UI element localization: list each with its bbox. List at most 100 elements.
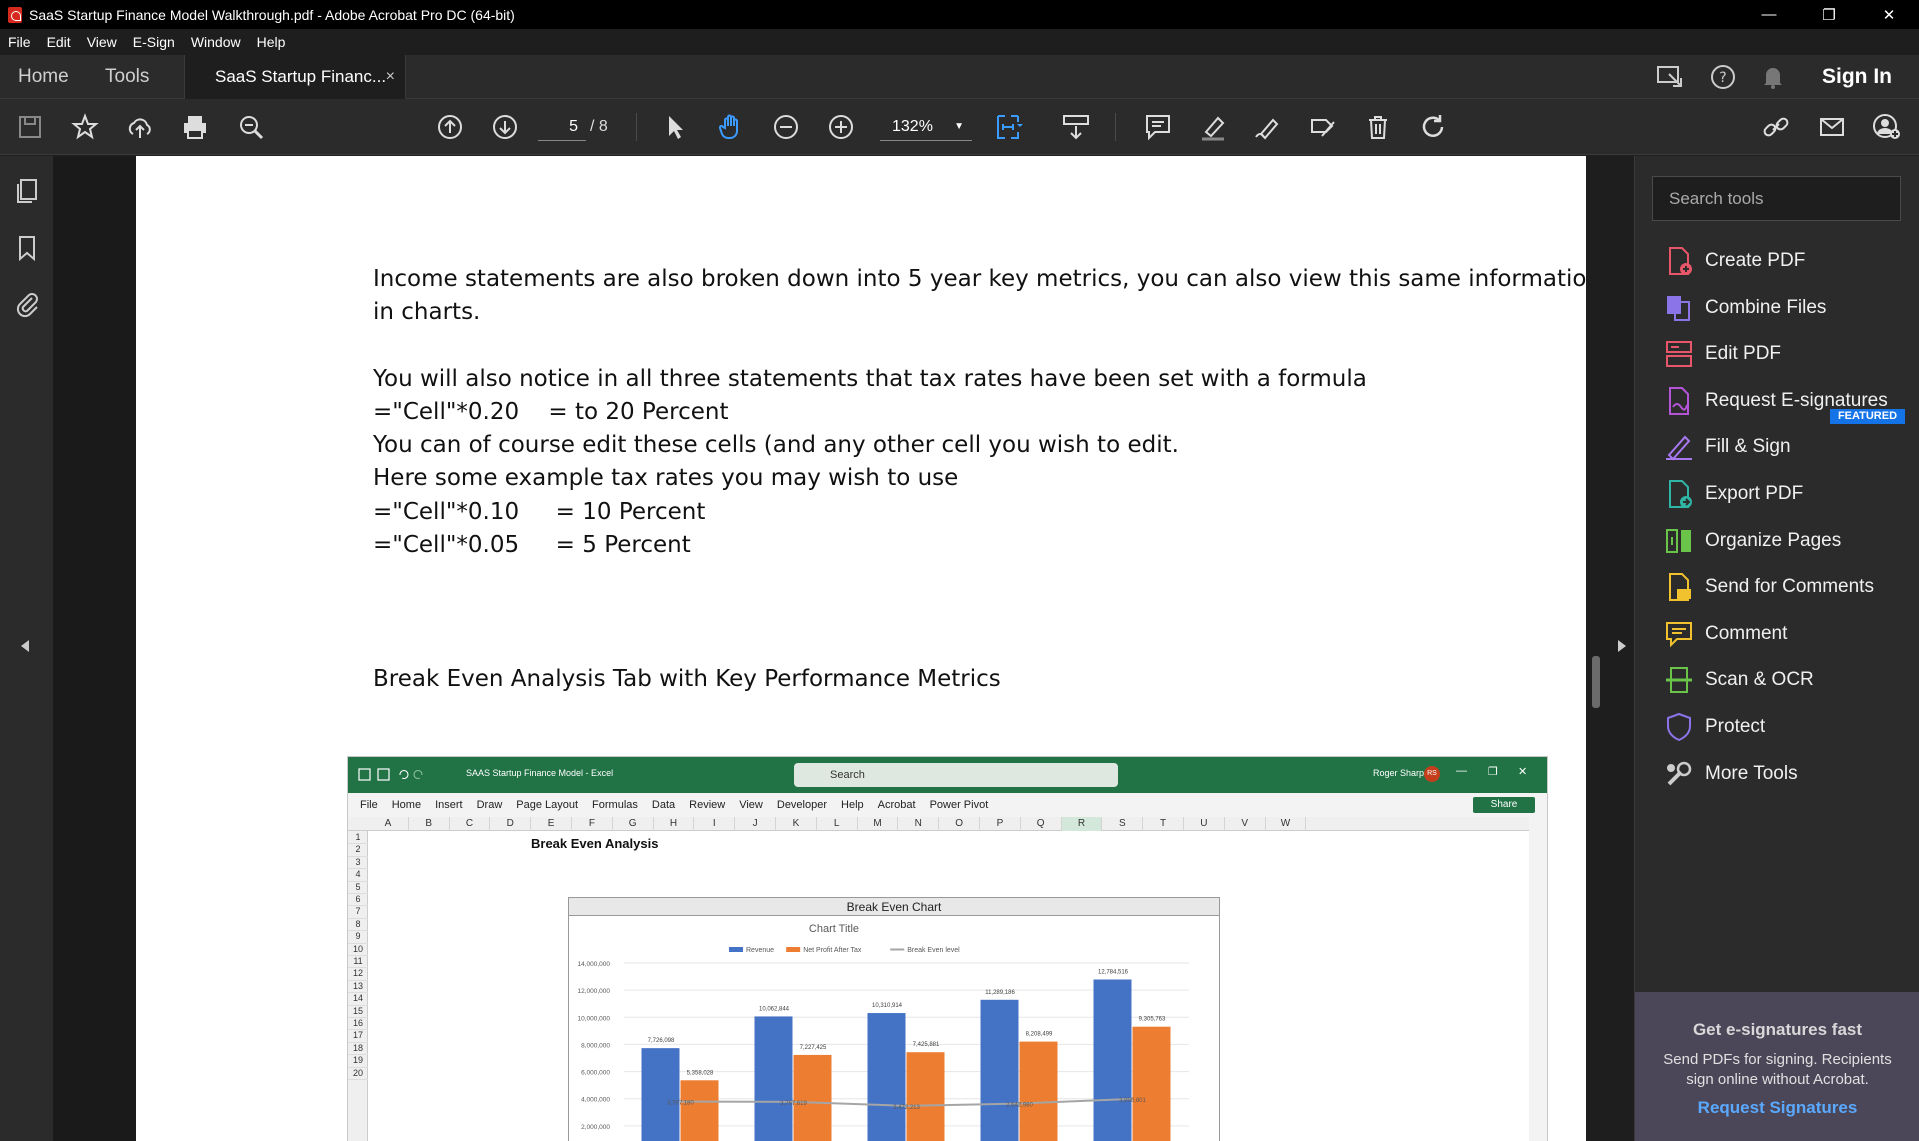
upload-cloud-icon[interactable] (122, 109, 158, 145)
excel-row-header: 1 (348, 831, 368, 845)
excel-column-header: O (939, 817, 980, 831)
sign-pen-icon[interactable] (1250, 109, 1286, 145)
tool-combine-files[interactable]: Combine Files (1635, 286, 1919, 330)
next-page-icon[interactable] (487, 109, 523, 145)
print-icon[interactable] (177, 109, 213, 145)
excel-ribbon-tab: View (739, 799, 763, 811)
sign-in-button[interactable]: Sign In (1822, 65, 1892, 89)
select-cursor-icon[interactable] (657, 109, 693, 145)
excel-ribbon-tab: Insert (435, 799, 463, 811)
excel-column-header: T (1143, 817, 1184, 831)
menu-window[interactable]: Window (183, 34, 249, 50)
excel-close-icon: ✕ (1518, 766, 1528, 778)
tool-edit-pdf[interactable]: Edit PDF (1635, 332, 1919, 376)
line-data-label: 3,787,180 (667, 1101, 694, 1107)
menu-file[interactable]: File (0, 34, 39, 50)
menu-help[interactable]: Help (249, 34, 294, 50)
bar-data-label: 8,208,499 (1026, 1032, 1053, 1038)
save-icon[interactable] (12, 109, 48, 145)
excel-row-header: 11 (348, 955, 368, 969)
email-icon[interactable] (1814, 109, 1850, 145)
excel-quick-access-icons (358, 768, 423, 781)
restore-button[interactable]: ❐ (1799, 0, 1859, 29)
export-pdf-icon (1669, 480, 1692, 508)
tool-protect[interactable]: Protect (1635, 705, 1919, 749)
fit-page-icon[interactable] (990, 109, 1026, 145)
tab-document[interactable]: SaaS Startup Financ... × (184, 55, 406, 99)
highlight-pen-icon[interactable] (1195, 109, 1231, 145)
tool-scan-ocr[interactable]: Scan & OCR (1635, 658, 1919, 702)
page-number-input[interactable]: 5 (538, 113, 586, 141)
bookmarks-icon[interactable] (12, 233, 42, 263)
pdf-page: Income statements are also broken down i… (136, 156, 1636, 1141)
bar-net-profit (1019, 1041, 1058, 1141)
search-tools-input[interactable]: Search tools (1652, 176, 1901, 221)
zoom-out-icon[interactable] (768, 109, 804, 145)
excel-column-header: G (613, 817, 654, 831)
rotate-icon[interactable] (1415, 109, 1451, 145)
tool-comment[interactable]: Comment (1635, 612, 1919, 656)
document-scrollbar[interactable] (1586, 156, 1606, 1141)
bookmark-star-icon[interactable] (67, 109, 103, 145)
minimize-button[interactable]: — (1739, 0, 1799, 29)
close-window-button[interactable]: ✕ (1859, 0, 1919, 29)
tool-label: Protect (1705, 716, 1766, 737)
excel-search-box: Search (794, 763, 1118, 787)
tool-label: Scan & OCR (1705, 669, 1814, 691)
menu-bar: File Edit View E-Sign Window Help (0, 29, 1919, 55)
hand-tool-icon[interactable] (713, 109, 749, 145)
delete-trash-icon[interactable] (1360, 109, 1396, 145)
y-tick-label: 12,000,000 (577, 988, 610, 995)
tab-tools[interactable]: Tools (105, 55, 149, 99)
tool-label: Comment (1705, 622, 1788, 644)
previous-page-icon[interactable] (432, 109, 468, 145)
notifications-bell-icon[interactable] (1758, 62, 1788, 92)
tool-label: Export PDF (1705, 483, 1804, 504)
tool-send-for-comments[interactable]: Send for Comments (1635, 565, 1919, 609)
excel-share-button: Share (1473, 797, 1535, 813)
excel-ribbon-tab: Power Pivot (929, 799, 989, 811)
close-tab-icon[interactable]: × (386, 55, 395, 99)
zoom-in-icon[interactable] (823, 109, 859, 145)
request-signatures-link[interactable]: Request Signatures (1635, 1098, 1919, 1118)
bar-data-label: 11,289,186 (985, 990, 1015, 996)
excel-vertical-scrollbar (1529, 817, 1547, 1141)
collapse-left-panel-icon[interactable] (13, 636, 37, 656)
legend-label: Net Profit After Tax (803, 947, 862, 954)
tab-home[interactable]: Home (18, 55, 69, 99)
left-navigation-rail (0, 156, 53, 1141)
excel-row-header: 14 (348, 992, 368, 1006)
tool-fill-sign[interactable]: Fill & Sign (1635, 425, 1919, 469)
page-thumbnails-icon[interactable] (12, 176, 42, 206)
tool-export-pdf[interactable]: Export PDF (1635, 472, 1919, 516)
excel-column-header: M (858, 817, 899, 831)
add-user-icon[interactable] (1868, 109, 1904, 145)
doc-paragraph: Here some example tax rates you may wish… (373, 465, 959, 491)
collapse-right-panel-icon[interactable] (1614, 636, 1628, 656)
bar-revenue (980, 999, 1019, 1141)
menu-esign[interactable]: E-Sign (125, 34, 183, 50)
share-link-icon[interactable] (1758, 109, 1794, 145)
share-screen-icon[interactable] (1655, 62, 1685, 92)
comment-icon[interactable] (1140, 109, 1176, 145)
tool-more-tools[interactable]: More Tools (1635, 752, 1919, 796)
excel-window-title: SAAS Startup Finance Model - Excel (466, 768, 614, 778)
excel-title-bar: SAAS Startup Finance Model - Excel Searc… (348, 757, 1547, 793)
doc-paragraph: in charts. (373, 299, 481, 325)
excel-column-header: W (1266, 817, 1307, 831)
excel-column-header: B (409, 817, 450, 831)
zoom-level-select[interactable]: 132% ▼ (880, 113, 972, 141)
title-bar: SaaS Startup Finance Model Walkthrough.p… (0, 0, 1919, 29)
edit-stamp-icon[interactable] (1305, 109, 1341, 145)
menu-view[interactable]: View (79, 34, 125, 50)
scroll-mode-icon[interactable] (1058, 109, 1094, 145)
menu-edit[interactable]: Edit (39, 34, 79, 50)
tool-create-pdf[interactable]: Create PDF (1635, 239, 1919, 283)
help-icon[interactable]: ? (1708, 62, 1738, 92)
excel-row-header: 6 (348, 893, 368, 907)
attachments-paperclip-icon[interactable] (12, 289, 42, 319)
scrollbar-thumb[interactable] (1592, 656, 1600, 708)
zoom-search-icon[interactable] (233, 109, 269, 145)
excel-ribbon-tab: Draw (476, 799, 503, 811)
tool-organize-pages[interactable]: Organize Pages (1635, 519, 1919, 563)
